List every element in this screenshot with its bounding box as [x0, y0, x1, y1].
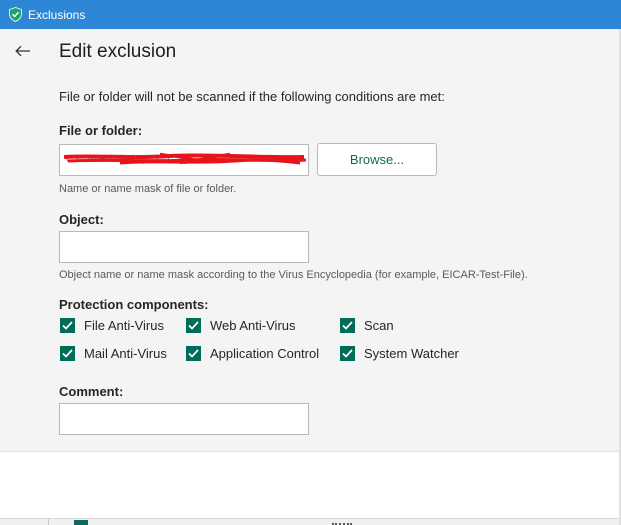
protection-components-label: Protection components: — [59, 297, 209, 312]
back-button[interactable] — [13, 44, 33, 62]
checkbox-label: Web Anti-Virus — [210, 318, 296, 333]
checkbox-file-anti-virus[interactable]: File Anti-Virus — [60, 318, 164, 333]
check-icon — [186, 318, 201, 333]
browse-button[interactable]: Browse... — [317, 143, 437, 176]
checkbox-scan[interactable]: Scan — [340, 318, 394, 333]
text-fragment — [332, 521, 352, 525]
comment-label: Comment: — [59, 384, 124, 399]
checkbox-label: Scan — [364, 318, 394, 333]
checkbox-label: Mail Anti-Virus — [84, 346, 167, 361]
underlying-window-strip — [0, 518, 621, 525]
checkbox-label: File Anti-Virus — [84, 318, 164, 333]
object-label: Object: — [59, 212, 104, 227]
edit-exclusion-panel: Edit exclusion File or folder will not b… — [0, 29, 621, 451]
checkbox-label: System Watcher — [364, 346, 459, 361]
object-hint: Object name or name mask according to th… — [59, 269, 528, 281]
check-icon — [60, 318, 75, 333]
title-bar: Exclusions — [0, 0, 621, 29]
shield-check-icon — [9, 7, 22, 22]
window-title: Exclusions — [28, 7, 86, 22]
check-icon — [186, 346, 201, 361]
check-icon — [340, 346, 355, 361]
checkbox-system-watcher[interactable]: System Watcher — [340, 346, 459, 361]
check-icon — [60, 346, 75, 361]
checkbox-label: Application Control — [210, 346, 320, 361]
checkbox-web-anti-virus[interactable]: Web Anti-Virus — [186, 318, 296, 333]
file-or-folder-label: File or folder: — [59, 123, 143, 138]
file-or-folder-hint: Name or name mask of file or folder. — [59, 183, 237, 195]
checkbox-mail-anti-virus[interactable]: Mail Anti-Virus — [60, 346, 167, 361]
comment-input[interactable] — [59, 403, 309, 435]
checkbox-application-control[interactable]: Application Control — [186, 346, 319, 361]
page-title: Edit exclusion — [59, 41, 177, 62]
redaction-scribble — [63, 152, 307, 165]
file-or-folder-input[interactable]: C:\...\Web\...\...\Sp...\...\ ...\[s — [59, 144, 309, 176]
divider — [48, 519, 49, 525]
checkbox-fragment — [74, 520, 88, 525]
check-icon — [340, 318, 355, 333]
footer-area — [0, 451, 621, 518]
intro-text: File or folder will not be scanned if th… — [59, 89, 445, 104]
object-input[interactable] — [59, 231, 309, 263]
arrow-left-icon — [15, 44, 31, 62]
